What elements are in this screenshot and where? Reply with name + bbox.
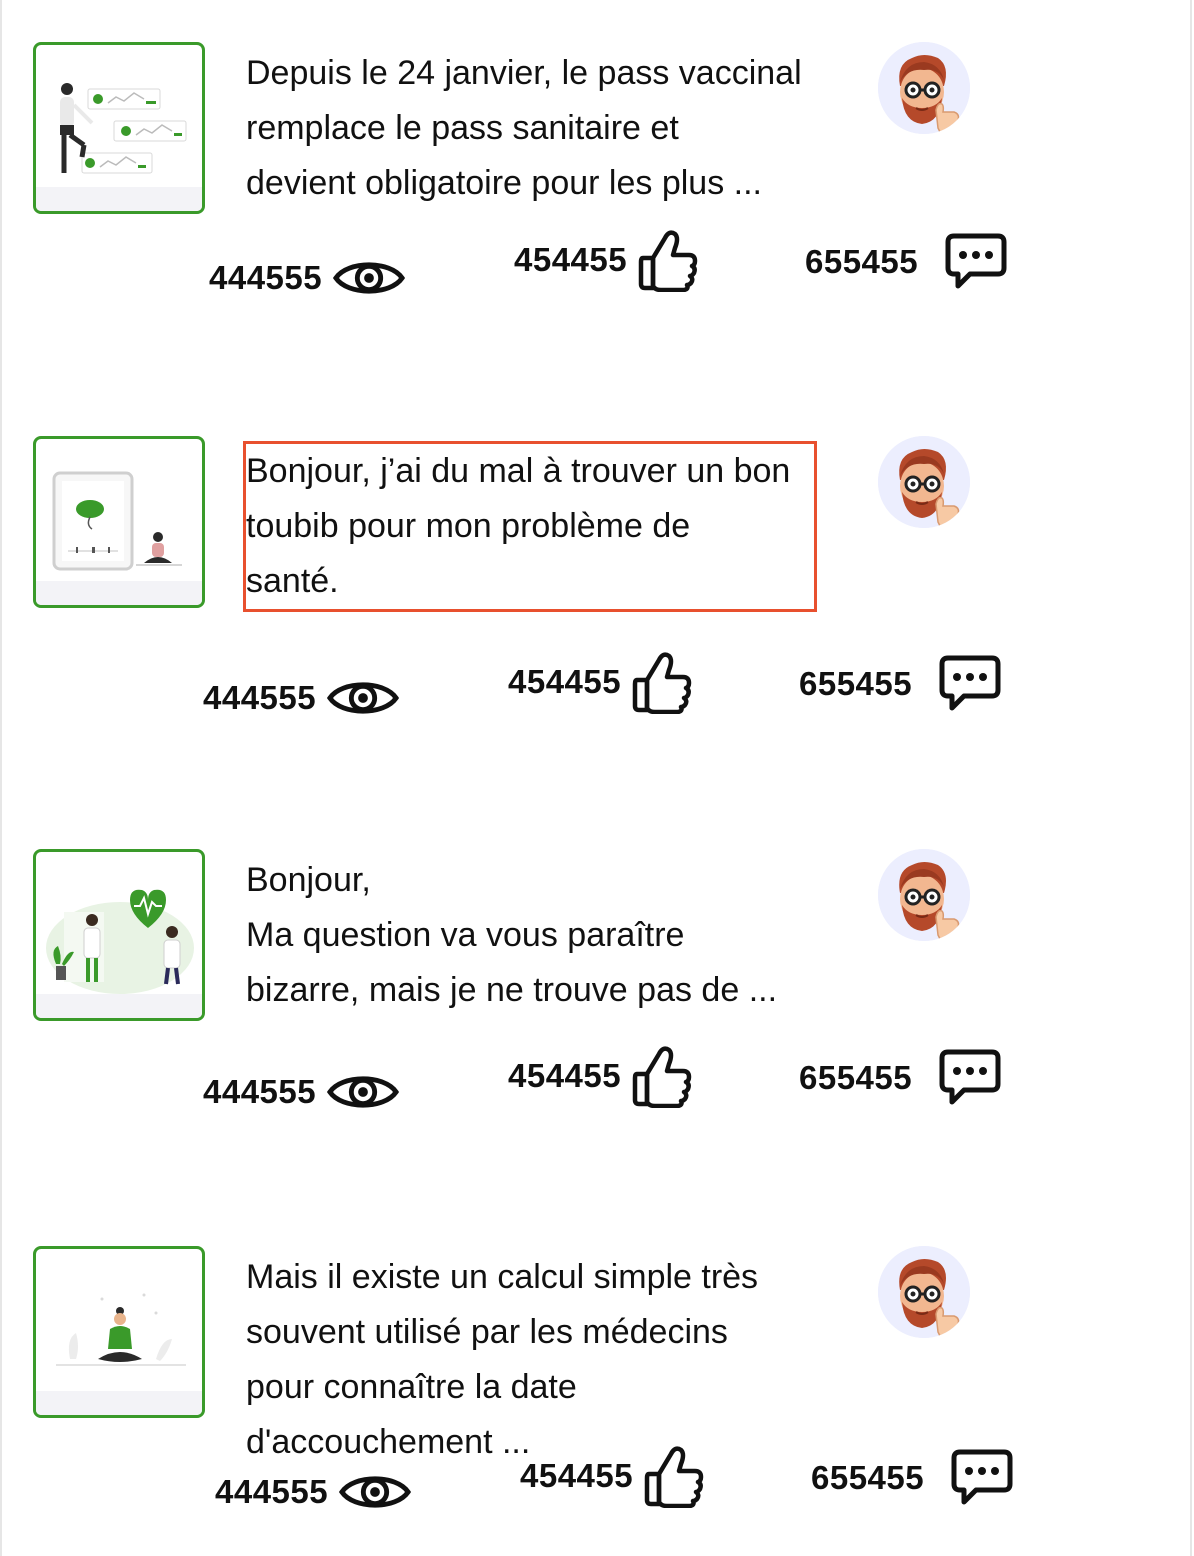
likes-stat[interactable]: 454455 <box>508 650 693 714</box>
eye-icon <box>326 1068 400 1116</box>
comment-bubble-icon[interactable] <box>938 654 1002 714</box>
comments-stat[interactable]: 655455 <box>799 1048 1002 1108</box>
comments-count: 655455 <box>799 665 913 702</box>
thumbs-up-icon[interactable] <box>637 228 699 292</box>
likes-count: 454455 <box>508 663 622 700</box>
views-stat: 444555 <box>209 254 406 302</box>
post-thumbnail-tablet[interactable] <box>33 436 205 608</box>
post-text[interactable]: Mais il existe un calcul simple très sou… <box>246 1250 816 1470</box>
likes-count: 454455 <box>520 1457 634 1494</box>
comments-count: 655455 <box>799 1059 913 1096</box>
post-text[interactable]: Depuis le 24 janvier, le pass vaccinal r… <box>246 46 816 211</box>
comments-stat[interactable]: 655455 <box>811 1448 1014 1508</box>
comment-bubble-icon[interactable] <box>938 1048 1002 1108</box>
comments-count: 655455 <box>805 243 919 280</box>
author-avatar[interactable] <box>878 1246 970 1338</box>
views-count: 444555 <box>209 259 323 296</box>
comments-stat[interactable]: 655455 <box>799 654 1002 714</box>
comments-count: 655455 <box>811 1459 925 1496</box>
meditation-illustration <box>36 1293 202 1415</box>
views-stat: 444555 <box>215 1468 412 1516</box>
post-text[interactable]: Bonjour, Ma question va vous paraître bi… <box>246 853 816 1018</box>
post-thumbnail-analytics[interactable] <box>33 42 205 214</box>
likes-stat[interactable]: 454455 <box>508 1044 693 1108</box>
likes-count: 454455 <box>508 1057 622 1094</box>
author-avatar[interactable] <box>878 436 970 528</box>
comments-stat[interactable]: 655455 <box>805 232 1008 292</box>
tablet-meditation-illustration <box>36 471 202 605</box>
comment-bubble-icon[interactable] <box>944 232 1008 292</box>
thumbs-up-icon[interactable] <box>643 1444 705 1508</box>
views-stat: 444555 <box>203 1068 400 1116</box>
post-thumbnail-meditation[interactable] <box>33 1246 205 1418</box>
comment-bubble-icon[interactable] <box>950 1448 1014 1508</box>
eye-icon <box>338 1468 412 1516</box>
post-thumbnail-doctors[interactable] <box>33 849 205 1021</box>
person-charts-illustration <box>36 83 202 211</box>
views-count: 444555 <box>203 1073 317 1110</box>
doctors-heart-illustration <box>36 889 202 1018</box>
views-stat: 444555 <box>203 674 400 722</box>
author-avatar[interactable] <box>878 849 970 941</box>
views-count: 444555 <box>203 679 317 716</box>
thumbs-up-icon[interactable] <box>631 1044 693 1108</box>
likes-count: 454455 <box>514 241 628 278</box>
likes-stat[interactable]: 454455 <box>520 1444 705 1508</box>
eye-icon <box>332 254 406 302</box>
eye-icon <box>326 674 400 722</box>
views-count: 444555 <box>215 1473 329 1510</box>
likes-stat[interactable]: 454455 <box>514 228 699 292</box>
post-text-selected[interactable]: Bonjour, j’ai du mal à trouver un bon to… <box>243 441 817 612</box>
thumbs-up-icon[interactable] <box>631 650 693 714</box>
author-avatar[interactable] <box>878 42 970 134</box>
